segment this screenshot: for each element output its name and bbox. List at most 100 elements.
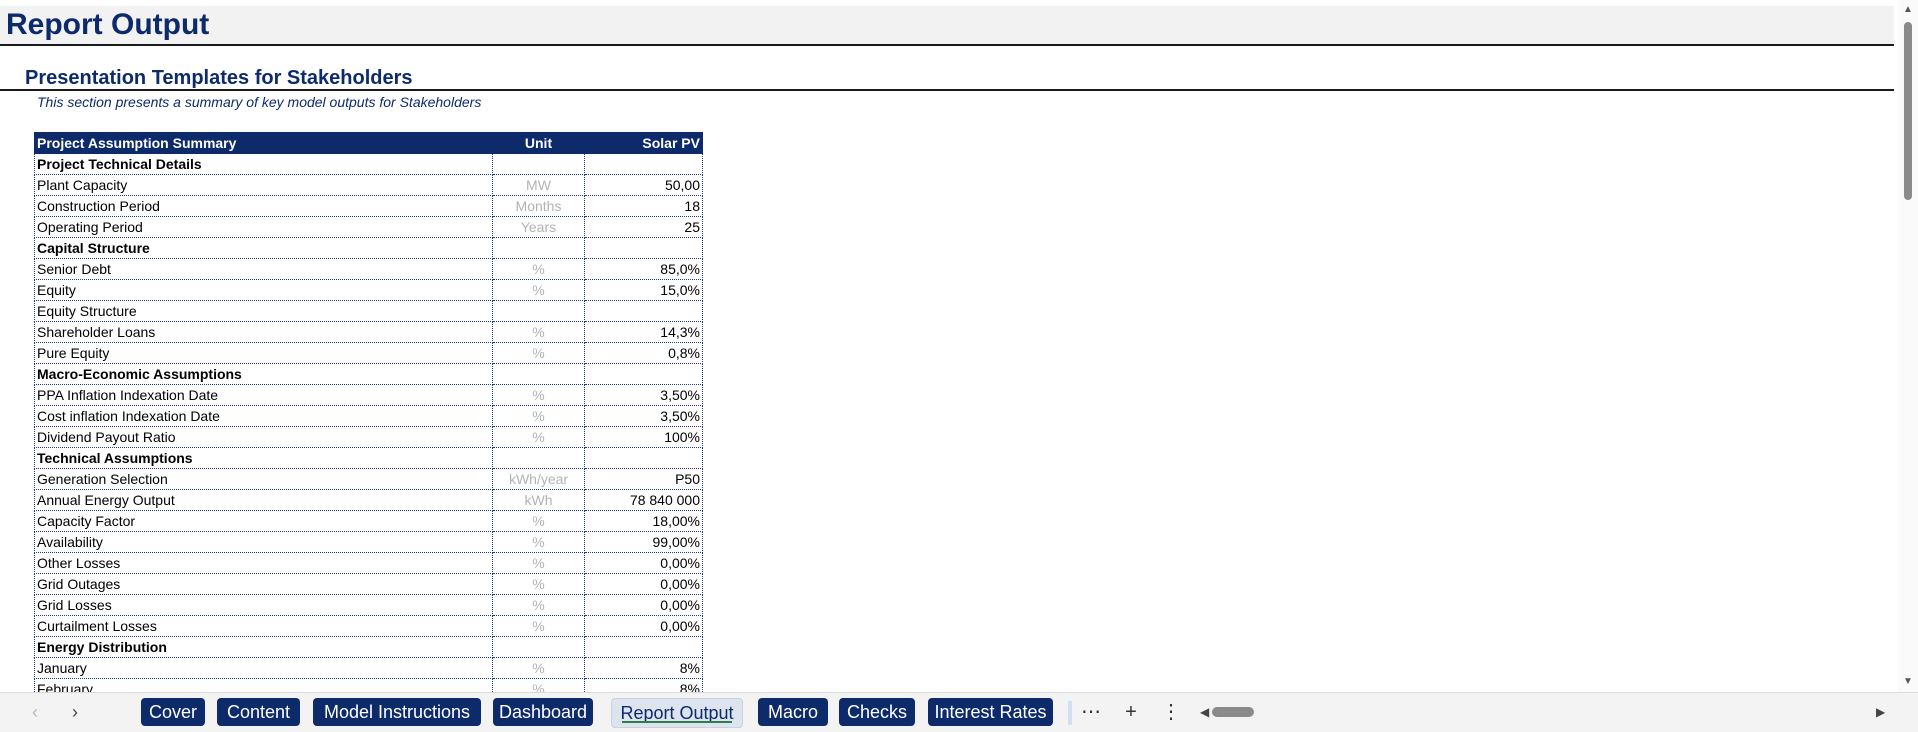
row-label-cell[interactable]: Capital Structure [34, 237, 493, 259]
row-unit-cell[interactable]: % [492, 321, 585, 343]
row-value-cell[interactable]: 99,00% [584, 531, 703, 553]
row-label-cell[interactable]: Operating Period [34, 216, 493, 238]
row-value-cell[interactable]: 3,50% [584, 405, 703, 427]
row-unit-cell[interactable]: % [492, 405, 585, 427]
row-label-cell[interactable]: Shareholder Loans [34, 321, 493, 343]
row-label-cell[interactable]: Cost inflation Indexation Date [34, 405, 493, 427]
tab-checks[interactable]: Checks [839, 698, 915, 726]
row-label-cell[interactable]: Grid Outages [34, 573, 493, 595]
row-label-cell[interactable]: Pure Equity [34, 342, 493, 364]
row-unit-cell[interactable]: % [492, 342, 585, 364]
row-value-cell[interactable]: 0,00% [584, 615, 703, 637]
row-unit-cell[interactable]: Months [492, 195, 585, 217]
vertical-scroll-thumb[interactable] [1904, 22, 1912, 200]
vertical-scrollbar[interactable]: ▲ ▼ [1898, 0, 1918, 692]
row-unit-cell[interactable]: % [492, 531, 585, 553]
row-unit-cell[interactable]: % [492, 678, 585, 692]
row-value-cell[interactable]: 78 840 000 [584, 489, 703, 511]
row-label-cell[interactable]: Dividend Payout Ratio [34, 426, 493, 448]
row-label-cell[interactable]: Equity Structure [34, 300, 493, 322]
row-label-cell[interactable]: Capacity Factor [34, 510, 493, 532]
row-unit-cell[interactable] [492, 447, 585, 469]
row-value-cell[interactable] [584, 363, 703, 385]
vertical-ellipsis-icon[interactable]: ⋮ [1158, 699, 1184, 725]
row-value-cell[interactable] [584, 636, 703, 658]
row-value-cell[interactable]: 0,00% [584, 594, 703, 616]
row-label-cell[interactable]: Energy Distribution [34, 636, 493, 658]
row-value-cell[interactable]: 100% [584, 426, 703, 448]
row-value-cell[interactable]: 8% [584, 657, 703, 679]
row-label-cell[interactable]: January [34, 657, 493, 679]
tab-model-instructions[interactable]: Model Instructions [313, 698, 481, 726]
spreadsheet-grid[interactable]: Report Output Presentation Templates for… [0, 0, 1894, 692]
row-label-cell[interactable]: Grid Losses [34, 594, 493, 616]
row-value-cell[interactable] [584, 447, 703, 469]
row-value-cell[interactable]: 14,3% [584, 321, 703, 343]
scroll-right-icon[interactable]: ▶ [1876, 705, 1885, 719]
row-unit-cell[interactable]: % [492, 258, 585, 280]
chevron-left-icon[interactable]: ‹ [24, 701, 46, 723]
scroll-left-icon[interactable]: ◀ [1200, 705, 1209, 719]
scroll-down-icon[interactable]: ▼ [1902, 676, 1914, 688]
row-label-cell[interactable]: February [34, 678, 493, 692]
row-value-cell[interactable] [584, 300, 703, 322]
row-label-cell[interactable]: Other Losses [34, 552, 493, 574]
horizontal-scroll-thumb[interactable] [1212, 707, 1254, 717]
row-unit-cell[interactable]: kWh/year [492, 468, 585, 490]
row-unit-cell[interactable]: % [492, 510, 585, 532]
row-label-cell[interactable]: Plant Capacity [34, 174, 493, 196]
row-label-cell[interactable]: Generation Selection [34, 468, 493, 490]
row-value-cell[interactable]: P50 [584, 468, 703, 490]
row-unit-cell[interactable] [492, 363, 585, 385]
row-unit-cell[interactable]: % [492, 594, 585, 616]
row-value-cell[interactable] [584, 153, 703, 175]
tab-report-output[interactable]: Report Output [611, 698, 743, 728]
row-unit-cell[interactable]: % [492, 657, 585, 679]
row-value-cell[interactable]: 25 [584, 216, 703, 238]
row-unit-cell[interactable]: kWh [492, 489, 585, 511]
plus-icon[interactable]: + [1118, 699, 1144, 725]
row-label-cell[interactable]: Project Technical Details [34, 153, 493, 175]
horizontal-scrollbar[interactable]: ◀ ▶ [1200, 701, 1890, 723]
row-unit-cell[interactable] [492, 300, 585, 322]
scroll-up-icon[interactable]: ▲ [1902, 4, 1914, 16]
row-label-cell[interactable]: Macro-Economic Assumptions [34, 363, 493, 385]
row-value-cell[interactable]: 15,0% [584, 279, 703, 301]
row-label-cell[interactable]: Construction Period [34, 195, 493, 217]
row-unit-cell[interactable]: % [492, 615, 585, 637]
tab-macro[interactable]: Macro [758, 698, 828, 726]
tab-cover[interactable]: Cover [141, 698, 205, 726]
header-cell-solar-pv[interactable]: Solar PV [584, 132, 703, 154]
tab-interest-rates[interactable]: Interest Rates [928, 698, 1053, 726]
row-value-cell[interactable]: 8% [584, 678, 703, 692]
row-unit-cell[interactable] [492, 237, 585, 259]
row-label-cell[interactable]: Technical Assumptions [34, 447, 493, 469]
tab-content[interactable]: Content [217, 698, 300, 726]
row-value-cell[interactable]: 0,00% [584, 573, 703, 595]
row-label-cell[interactable]: Senior Debt [34, 258, 493, 280]
chevron-right-icon[interactable]: › [64, 701, 86, 723]
row-value-cell[interactable]: 3,50% [584, 384, 703, 406]
row-unit-cell[interactable] [492, 636, 585, 658]
ellipsis-icon[interactable]: ⋯ [1078, 699, 1104, 725]
row-value-cell[interactable]: 85,0% [584, 258, 703, 280]
row-value-cell[interactable]: 18 [584, 195, 703, 217]
row-label-cell[interactable]: Annual Energy Output [34, 489, 493, 511]
row-label-cell[interactable]: Curtailment Losses [34, 615, 493, 637]
row-unit-cell[interactable]: % [492, 426, 585, 448]
header-cell-summary[interactable]: Project Assumption Summary [34, 132, 493, 154]
row-label-cell[interactable]: PPA Inflation Indexation Date [34, 384, 493, 406]
row-unit-cell[interactable]: % [492, 552, 585, 574]
row-unit-cell[interactable]: Years [492, 216, 585, 238]
row-label-cell[interactable]: Equity [34, 279, 493, 301]
row-value-cell[interactable]: 18,00% [584, 510, 703, 532]
row-unit-cell[interactable]: % [492, 384, 585, 406]
row-unit-cell[interactable] [492, 153, 585, 175]
row-value-cell[interactable]: 0,8% [584, 342, 703, 364]
row-value-cell[interactable] [584, 237, 703, 259]
row-unit-cell[interactable]: MW [492, 174, 585, 196]
row-value-cell[interactable]: 50,00 [584, 174, 703, 196]
row-unit-cell[interactable]: % [492, 573, 585, 595]
row-label-cell[interactable]: Availability [34, 531, 493, 553]
tab-dashboard[interactable]: Dashboard [493, 698, 593, 726]
